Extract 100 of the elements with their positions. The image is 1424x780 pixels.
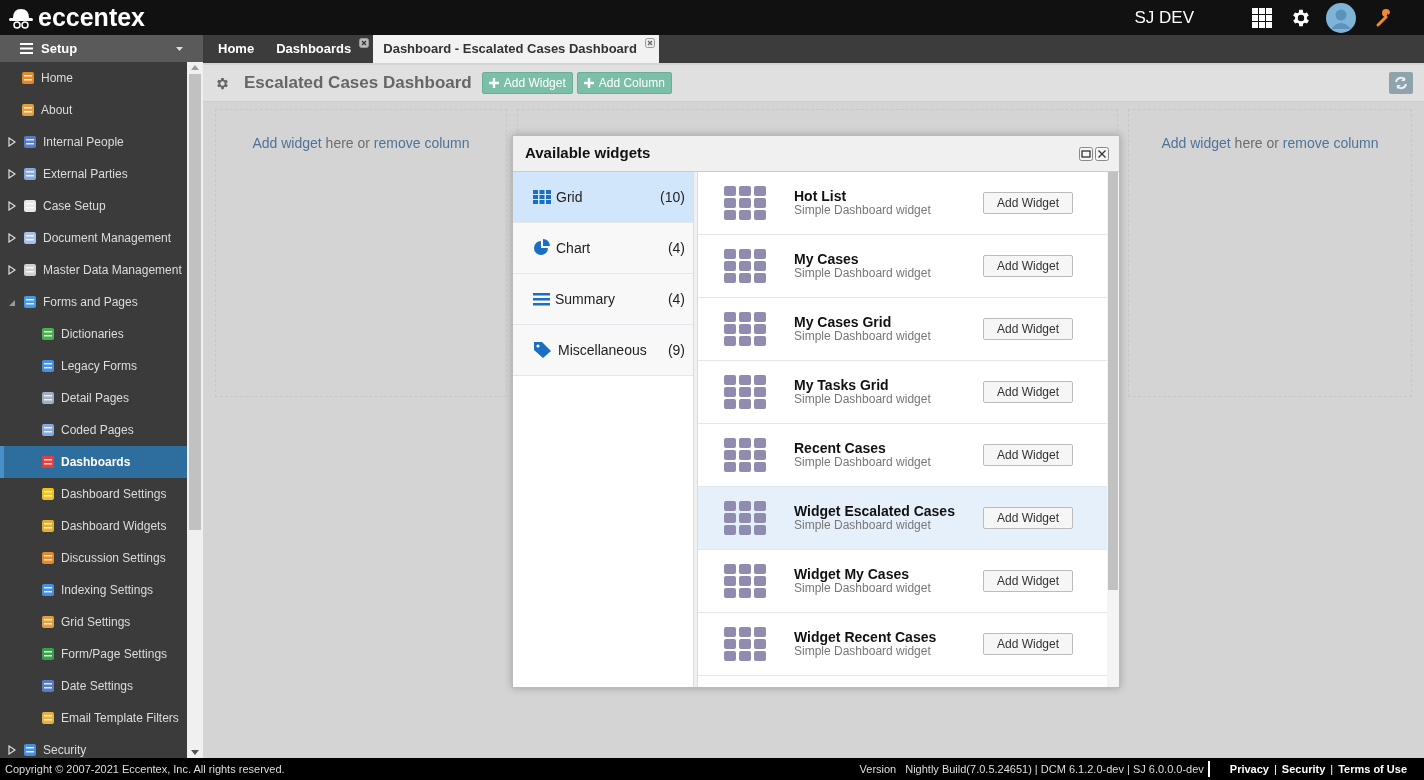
brand-name: eccentex: [38, 5, 146, 30]
sidebar-title: Setup: [41, 39, 78, 58]
sidebar-item[interactable]: Coded Pages: [0, 414, 187, 446]
sidebar-item[interactable]: Grid Settings: [0, 606, 187, 638]
widget-description: Simple Dashboard widget: [794, 455, 931, 469]
apps-grid-icon[interactable]: [1252, 7, 1272, 28]
add-widget-button[interactable]: Add Widget: [983, 507, 1073, 529]
scroll-down-icon[interactable]: [191, 750, 199, 755]
footer-link[interactable]: Privacy: [1229, 760, 1269, 778]
category-count: (4): [667, 289, 685, 309]
menu-item-icon: [40, 518, 56, 534]
sidebar-item[interactable]: Discussion Settings: [0, 542, 187, 574]
sidebar-item[interactable]: Home: [0, 62, 187, 94]
sidebar-item[interactable]: Master Data Management: [0, 254, 187, 286]
sidebar-header[interactable]: Setup: [0, 35, 203, 62]
sidebar-item[interactable]: Case Setup: [0, 190, 187, 222]
footer-link[interactable]: Terms of Use: [1338, 760, 1407, 778]
menu-item-icon: [40, 550, 56, 566]
category-item[interactable]: Summary (4): [513, 274, 693, 325]
add-widget-button[interactable]: Add Widget: [983, 192, 1073, 214]
add-widget-button[interactable]: Add Widget: [983, 633, 1073, 655]
widget-description: Simple Dashboard widget: [794, 581, 931, 595]
dashboard-title: Escalated Cases Dashboard: [244, 72, 472, 95]
link-separator: |: [1274, 761, 1277, 777]
sidebar-item[interactable]: Dashboard Widgets: [0, 510, 187, 542]
category-item[interactable]: Miscellaneous (9): [513, 325, 693, 376]
tab[interactable]: Dashboard - Escalated Cases Dashboard: [373, 35, 659, 63]
widget-name: My Tasks Grid: [794, 378, 890, 392]
category-item[interactable]: Grid (10): [513, 172, 693, 223]
widget-description: Simple Dashboard widget: [794, 518, 932, 532]
expand-arrow-icon[interactable]: [8, 745, 16, 755]
sidebar-item[interactable]: Security: [0, 734, 187, 758]
sidebar-item[interactable]: Date Settings: [0, 670, 187, 702]
widget-name: Widget Escalated Cases: [794, 504, 955, 518]
menu-item-icon: [40, 486, 56, 502]
copyright-text: Copyright © 2007-2021 Eccentex, Inc. All rights reserved.: [5, 761, 285, 777]
close-icon[interactable]: [359, 38, 370, 48]
expand-arrow-icon[interactable]: [8, 169, 16, 179]
menu-item-icon: [40, 454, 56, 470]
sidebar-item[interactable]: Form/Page Settings: [0, 638, 187, 670]
expand-arrow-icon[interactable]: [8, 137, 16, 147]
add-widget-button[interactable]: Add Widget: [983, 255, 1073, 277]
add-widget-button[interactable]: Add Widget: [983, 570, 1073, 592]
menu-item-icon: [20, 102, 36, 118]
sidebar-item[interactable]: Document Management: [0, 222, 187, 254]
menu-item-icon: [22, 262, 38, 278]
category-count: (10): [660, 187, 685, 207]
menu-item-icon: [20, 70, 36, 86]
sidebar-item[interactable]: External Parties: [0, 158, 187, 190]
widget-name: Widget My Cases: [794, 567, 910, 581]
version-text: Nightly Build(7.0.5.24651) | DCM 6.1.2.0-dev | SJ 6.0.0.0-dev: [905, 760, 1210, 778]
menu-item-icon: [40, 326, 56, 342]
widget-row[interactable]: Widget Escalated Cases Simple Dashboard widget Add Widget: [698, 487, 1107, 550]
widget-description: Simple Dashboard widget: [794, 329, 931, 343]
category-item[interactable]: Chart (4): [513, 223, 693, 274]
scrollbar[interactable]: [1107, 172, 1119, 687]
add-widget-button[interactable]: Add Widget: [983, 381, 1073, 403]
menu-item-icon: [22, 134, 38, 150]
menu-item-icon: [40, 390, 56, 406]
menu-item-icon: [40, 614, 56, 630]
sidebar-item[interactable]: Detail Pages: [0, 382, 187, 414]
dialog-title: Available widgets: [525, 143, 651, 164]
grid-icon: [724, 249, 766, 283]
refresh-icon: [1394, 76, 1408, 90]
sidebar-item[interactable]: Indexing Settings: [0, 574, 187, 606]
scrollbar[interactable]: [187, 62, 203, 758]
add-widget-button[interactable]: Add Widget: [983, 318, 1073, 340]
category-count: (4): [667, 238, 685, 258]
link-separator: |: [1330, 761, 1334, 777]
grid-icon: [724, 438, 766, 472]
sidebar-item[interactable]: Dashboard Settings: [0, 478, 187, 510]
tab[interactable]: Home: [208, 35, 267, 63]
sidebar-item[interactable]: About: [0, 94, 187, 126]
menu-icon: [20, 43, 33, 54]
expand-arrow-icon[interactable]: [8, 233, 16, 243]
close-icon[interactable]: [644, 38, 655, 48]
version-label: Version: [859, 761, 897, 777]
add-widget-button[interactable]: Add Widget: [983, 444, 1073, 466]
expand-arrow-icon[interactable]: [8, 201, 16, 211]
menu-item-icon: [40, 422, 56, 438]
widget-name: My Cases: [794, 252, 860, 266]
footer-link[interactable]: Security: [1281, 760, 1326, 778]
avatar-icon[interactable]: [1326, 2, 1356, 33]
scroll-thumb[interactable]: [1108, 172, 1118, 590]
close-icon[interactable]: [1095, 146, 1109, 161]
scroll-thumb[interactable]: [189, 74, 201, 530]
sidebar-item[interactable]: Internal People: [0, 126, 187, 158]
grid-icon: [724, 564, 766, 598]
sidebar-item[interactable]: Email Template Filters: [0, 702, 187, 734]
list-icon: [533, 292, 550, 306]
sidebar-item[interactable]: Dashboards: [0, 446, 187, 478]
caret-icon: [176, 46, 183, 51]
widget-description: Simple Dashboard widget: [794, 266, 931, 280]
sidebar-item[interactable]: Dictionaries: [0, 318, 187, 350]
sidebar-item[interactable]: Legacy Forms: [0, 350, 187, 382]
maximize-icon[interactable]: [1079, 146, 1093, 161]
expand-arrow-icon[interactable]: [8, 265, 16, 275]
tab[interactable]: Dashboards: [266, 35, 374, 63]
sidebar-item[interactable]: Forms and Pages: [0, 286, 187, 318]
plus-icon: [583, 78, 594, 88]
